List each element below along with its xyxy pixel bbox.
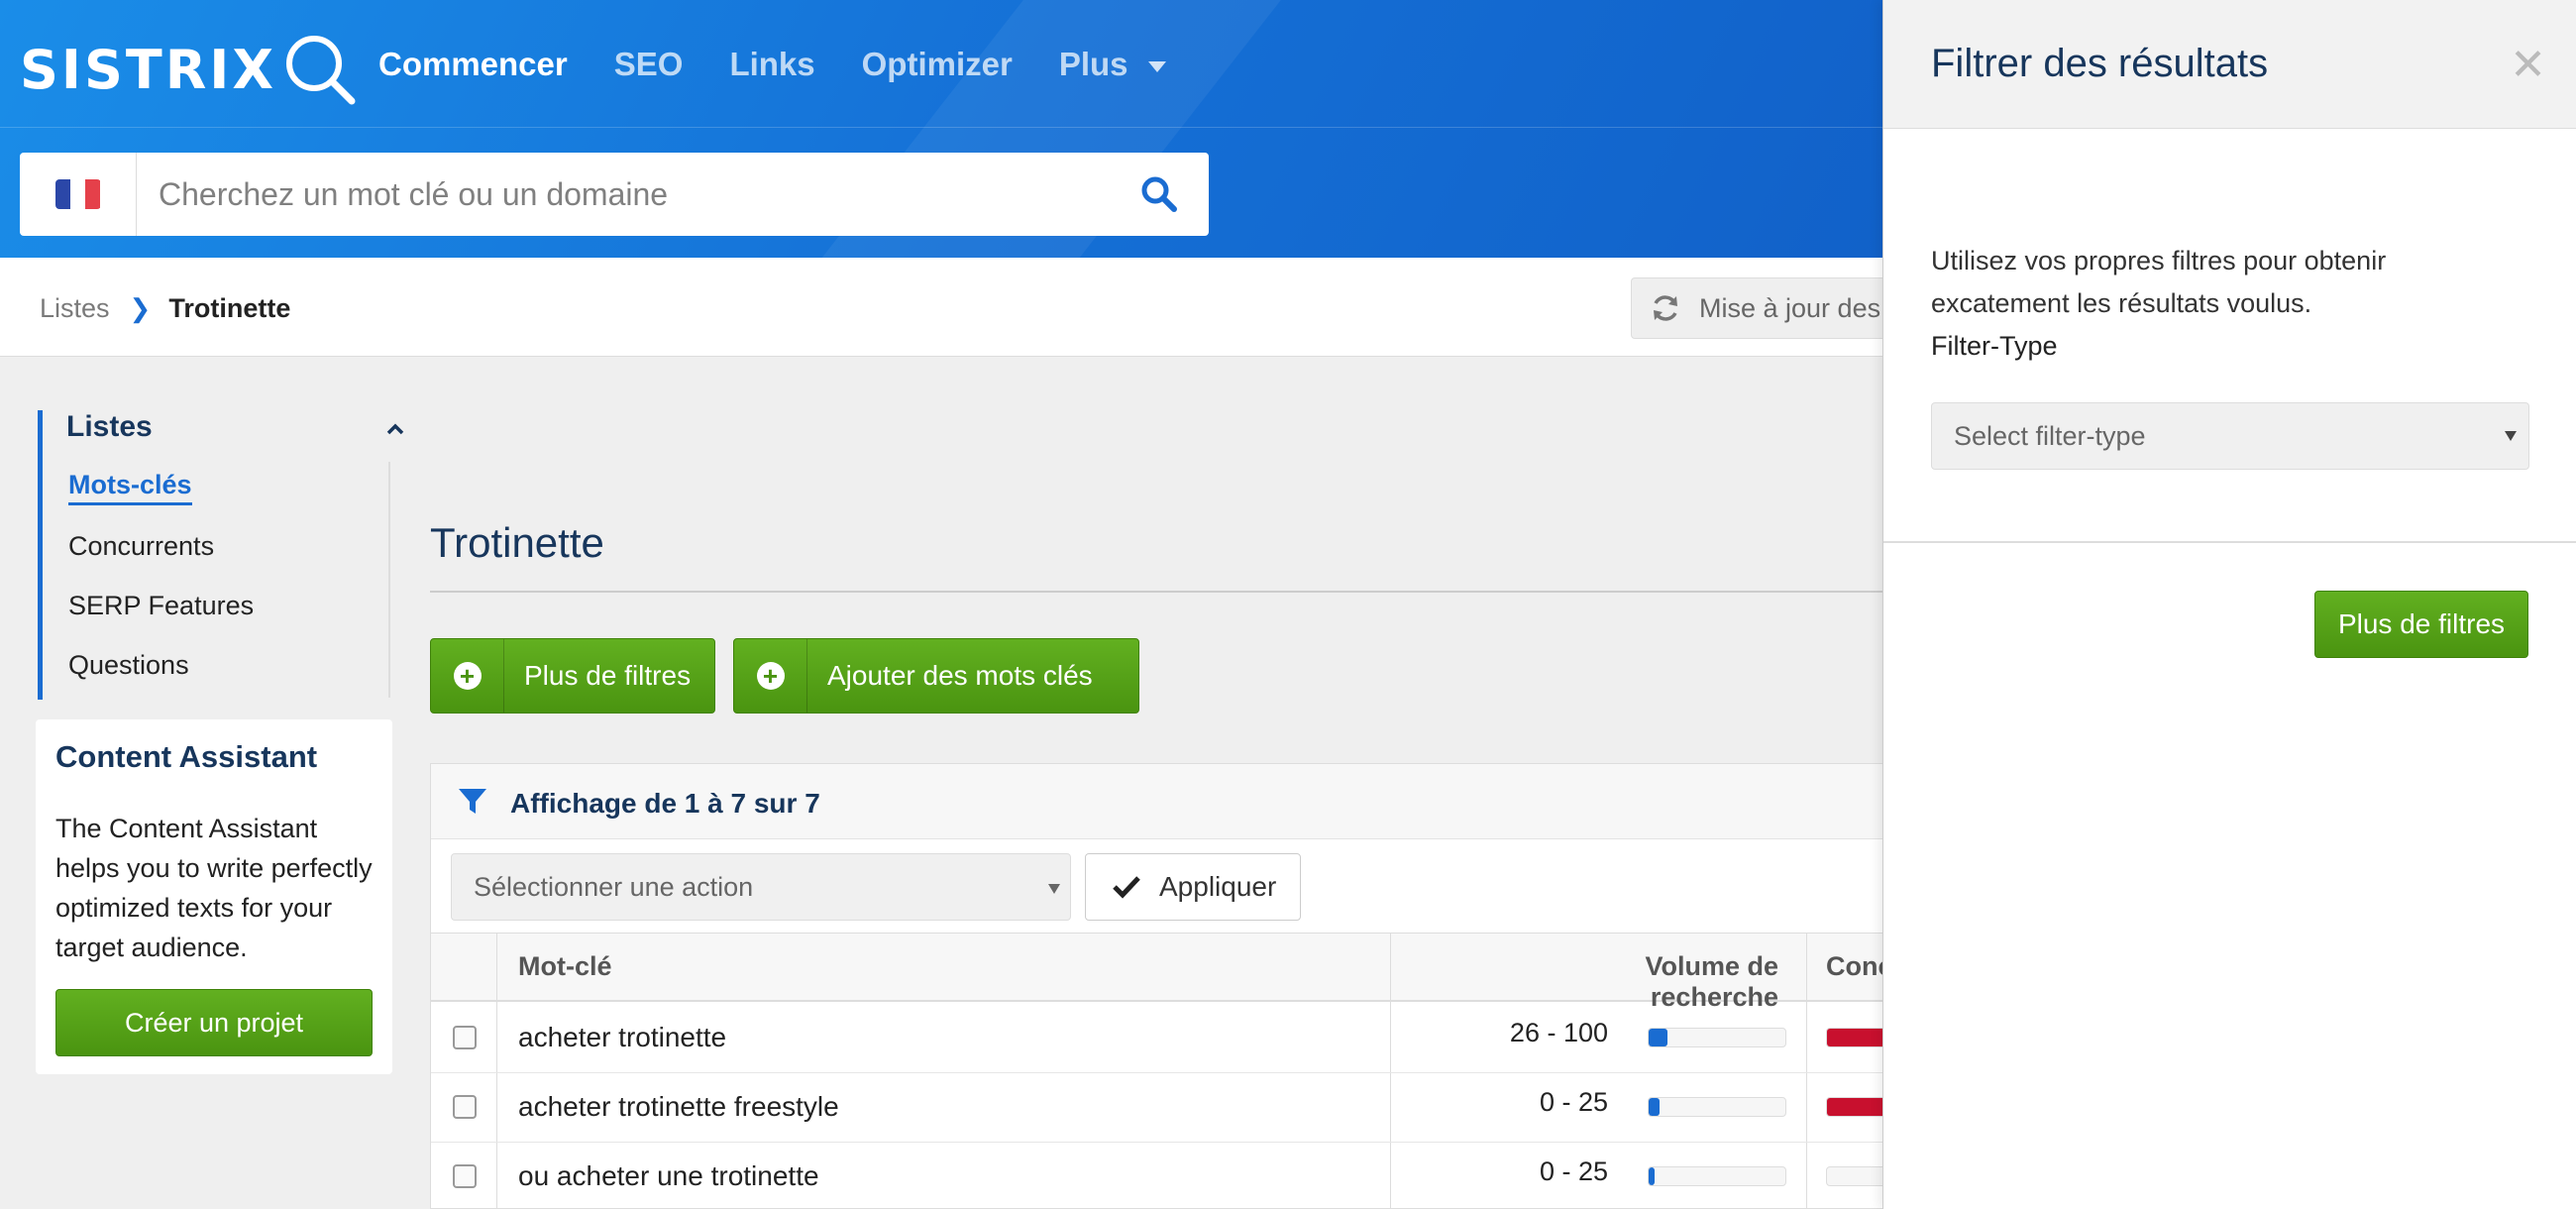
nav-links[interactable]: Links	[729, 46, 814, 83]
create-project-button[interactable]: Créer un projet	[55, 989, 373, 1056]
sistrix-logo[interactable]: SISTRIX	[20, 30, 360, 109]
sidebar-item-mots-cles[interactable]: Mots-clés	[68, 470, 192, 505]
caret-down-icon	[2505, 431, 2517, 441]
content-assistant-title: Content Assistant	[55, 739, 318, 774]
nav-commencer[interactable]: Commencer	[378, 46, 568, 83]
apply-button[interactable]: Appliquer	[1085, 853, 1301, 921]
search-icon[interactable]	[1139, 174, 1179, 214]
logo-text: SISTRIX	[20, 38, 277, 101]
filter-drawer-title: Filtrer des résultats	[1931, 42, 2269, 85]
row-volume: 0 - 25	[1539, 1087, 1608, 1117]
action-select[interactable]: Sélectionner une action	[451, 853, 1071, 921]
refresh-icon	[1654, 295, 1677, 321]
drawer-more-filters-button[interactable]: Plus de filtres	[2314, 591, 2528, 658]
filter-icon[interactable]	[457, 786, 488, 818]
column-keyword[interactable]: Mot-clé	[518, 951, 612, 982]
more-filters-label: Plus de filtres	[524, 660, 692, 691]
check-icon	[1113, 876, 1140, 899]
sidebar-item-serp-features[interactable]: SERP Features	[68, 591, 254, 621]
apply-label: Appliquer	[1159, 871, 1277, 902]
table-header: Mot-clé Volume de recherche Conc	[431, 933, 1893, 1012]
page-title: Trotinette	[430, 519, 604, 566]
plus-circle-icon: +	[734, 639, 807, 713]
search-bar	[20, 153, 1209, 236]
row-volume: 0 - 25	[1539, 1156, 1608, 1186]
row-checkbox[interactable]	[453, 1026, 477, 1049]
chevron-down-icon	[1147, 60, 1166, 72]
volume-bar-fill	[1649, 1029, 1668, 1046]
france-flag-icon	[54, 179, 101, 209]
volume-bar	[1648, 1166, 1786, 1186]
breadcrumb-listes[interactable]: Listes	[40, 293, 110, 324]
volume-bar	[1648, 1097, 1786, 1117]
keywords-table-panel: Affichage de 1 à 7 sur 7 Sélectionner un…	[430, 763, 1905, 1209]
sidebar-item-concurrents[interactable]: Concurrents	[68, 531, 214, 562]
row-checkbox[interactable]	[453, 1095, 477, 1119]
table-panel-header: Affichage de 1 à 7 sur 7	[431, 764, 1885, 839]
filter-drawer: Filtrer des résultats ✕ Utilisez vos pro…	[1882, 0, 2576, 1209]
sidebar-title[interactable]: Listes	[66, 410, 153, 444]
results-count: Affichage de 1 à 7 sur 7	[510, 788, 820, 819]
table-row: acheter trotinette freestyle 0 - 25	[431, 1073, 1905, 1143]
filter-type-select[interactable]: Select filter-type	[1931, 402, 2529, 470]
title-divider	[430, 591, 1886, 593]
volume-bar-fill	[1649, 1167, 1655, 1185]
row-keyword[interactable]: acheter trotinette	[518, 1022, 726, 1053]
update-button-label: Mise à jour des	[1699, 292, 1881, 323]
main-nav: Commencer SEO Links Optimizer Plus	[378, 46, 1213, 83]
nav-seo[interactable]: SEO	[614, 46, 684, 83]
magnifier-logo-icon	[286, 36, 356, 105]
sidebar-item-questions[interactable]: Questions	[68, 650, 189, 681]
content-assistant-text: The Content Assistant helps you to write…	[55, 814, 373, 962]
table-row: ou acheter une trotinette 0 - 25	[431, 1143, 1905, 1209]
caret-down-icon	[1048, 884, 1060, 894]
filter-drawer-header: Filtrer des résultats ✕	[1883, 0, 2576, 129]
row-volume: 26 - 100	[1509, 1018, 1608, 1047]
volume-bar-fill	[1649, 1098, 1661, 1116]
row-keyword[interactable]: acheter trotinette freestyle	[518, 1091, 839, 1123]
drawer-divider	[1883, 541, 2576, 543]
nav-plus-label: Plus	[1058, 46, 1128, 82]
add-keywords-button[interactable]: + Ajouter des mots clés	[733, 638, 1139, 714]
breadcrumb: Listes ❯ Trotinette	[40, 293, 290, 324]
row-checkbox[interactable]	[453, 1164, 477, 1188]
filter-type-label: Filter-Type	[1931, 331, 2058, 361]
plus-circle-icon: +	[431, 639, 504, 713]
row-keyword[interactable]: ou acheter une trotinette	[518, 1160, 819, 1192]
breadcrumb-current: Trotinette	[168, 293, 291, 323]
filter-type-placeholder: Select filter-type	[1954, 420, 2146, 451]
sidebar-nav: Listes Mots-clés Concurrents SERP Featur…	[38, 410, 404, 700]
nav-optimizer[interactable]: Optimizer	[862, 46, 1013, 83]
chevron-right-icon: ❯	[129, 293, 152, 323]
table-row: acheter trotinette 26 - 100	[431, 1004, 1905, 1073]
content-assistant-card: Content Assistant The Content Assistant …	[36, 719, 392, 1074]
filter-drawer-description: Utilisez vos propres filtres pour obteni…	[1931, 246, 2387, 318]
action-select-value: Sélectionner une action	[474, 871, 754, 902]
search-input[interactable]	[137, 175, 1088, 213]
sidebar-divider	[388, 462, 390, 698]
nav-plus[interactable]: Plus	[1059, 46, 1166, 83]
more-filters-button[interactable]: + Plus de filtres	[430, 638, 715, 714]
volume-bar	[1648, 1028, 1786, 1047]
close-icon[interactable]: ✕	[2510, 40, 2546, 90]
country-selector[interactable]	[20, 153, 137, 236]
add-keywords-label: Ajouter des mots clés	[827, 660, 1093, 691]
chevron-up-icon[interactable]	[385, 422, 405, 436]
